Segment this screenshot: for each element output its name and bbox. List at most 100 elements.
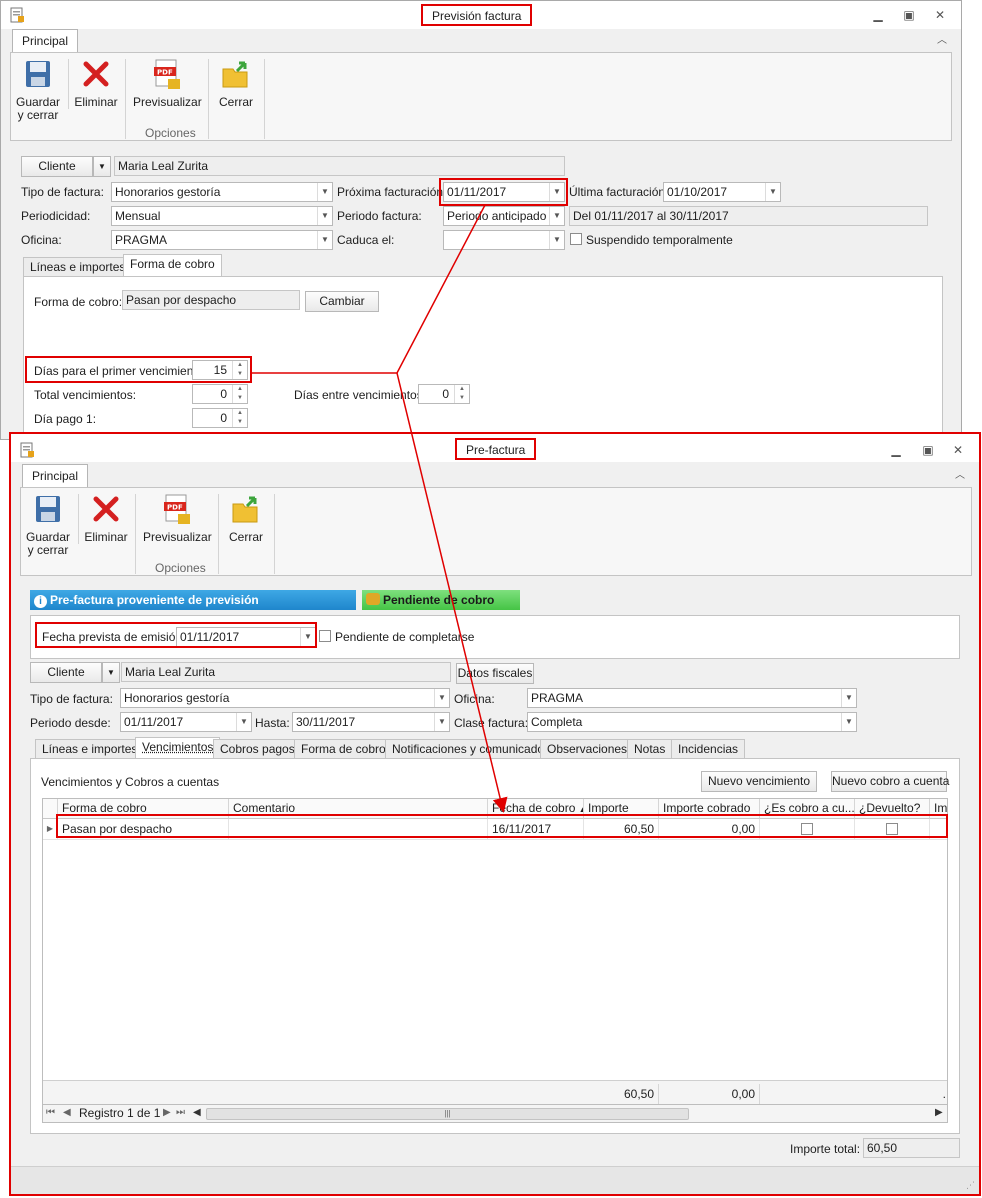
- pendiente-completar-label: Pendiente de completarse: [335, 630, 475, 644]
- prev-record-icon[interactable]: ◀: [63, 1107, 71, 1118]
- cell-comentario[interactable]: [229, 819, 488, 839]
- dias-entre-spinner[interactable]: 0 ▲ ▼: [418, 384, 470, 404]
- preview-button[interactable]: PDF Previsualizar: [133, 59, 202, 109]
- chevron-down-icon[interactable]: ▼: [300, 628, 315, 646]
- record-indicator: Registro 1 de 1: [79, 1106, 161, 1120]
- chevron-down-icon[interactable]: ▼: [549, 231, 564, 249]
- cambiar-button[interactable]: Cambiar: [305, 291, 379, 312]
- dias-primer-spinner[interactable]: 15 ▲ ▼: [192, 360, 248, 380]
- maximize-icon[interactable]: ▣: [919, 442, 937, 458]
- last-record-icon[interactable]: ⏭: [176, 1107, 185, 1118]
- horizontal-scrollbar[interactable]: |||: [206, 1108, 689, 1120]
- proxima-facturacion-date[interactable]: 01/11/2017 ▼: [443, 182, 565, 202]
- pendiente-completar-checkbox[interactable]: [319, 630, 331, 642]
- devuelto-checkbox[interactable]: [886, 823, 898, 835]
- tipo-factura-select[interactable]: Honorarios gestoría ▼: [120, 688, 450, 708]
- spinner-arrows-icon[interactable]: ▲ ▼: [232, 385, 247, 403]
- maximize-icon[interactable]: ▣: [900, 7, 918, 23]
- ultima-facturacion-date[interactable]: 01/10/2017 ▼: [663, 182, 781, 202]
- tab-lineas-importes[interactable]: Líneas e importes: [35, 739, 145, 759]
- cell-fecha-cobro[interactable]: 16/11/2017: [488, 819, 584, 839]
- col-es-cobro[interactable]: ¿Es cobro a cu...: [760, 799, 855, 819]
- cell-importe[interactable]: 60,50: [584, 819, 659, 839]
- close-button[interactable]: Cerrar: [213, 59, 259, 109]
- minimize-icon[interactable]: ▁: [869, 7, 887, 23]
- col-fecha-cobro[interactable]: Fecha de cobro ▲: [488, 799, 584, 819]
- chevron-down-icon[interactable]: ▼: [317, 231, 332, 249]
- chevron-down-icon[interactable]: ▼: [549, 207, 564, 225]
- spinner-arrows-icon[interactable]: ▲ ▼: [454, 385, 469, 403]
- col-imp[interactable]: Imp: [930, 799, 947, 819]
- col-devuelto[interactable]: ¿Devuelto?: [855, 799, 930, 819]
- minimize-icon[interactable]: ▁: [887, 442, 905, 458]
- resize-grip-icon[interactable]: ⋰: [966, 1180, 975, 1191]
- tab-vencimientos[interactable]: Vencimientos: [135, 737, 221, 759]
- vencimientos-title: Vencimientos y Cobros a cuentas: [41, 775, 220, 789]
- dia-pago-spinner[interactable]: 0 ▲ ▼: [192, 408, 248, 428]
- nuevo-cobro-button[interactable]: Nuevo cobro a cuenta: [831, 771, 949, 792]
- cliente-dropdown-button[interactable]: ▼: [102, 662, 120, 683]
- next-record-icon[interactable]: ▶: [163, 1107, 171, 1118]
- col-importe-cobrado[interactable]: Importe cobrado: [659, 799, 760, 819]
- delete-button[interactable]: Eliminar: [73, 59, 119, 109]
- es-cobro-checkbox[interactable]: [801, 823, 813, 835]
- scroll-left-icon[interactable]: ◀: [193, 1107, 201, 1118]
- oficina-select[interactable]: PRAGMA ▼: [527, 688, 857, 708]
- chevron-down-icon[interactable]: ▼: [841, 713, 856, 731]
- table-row[interactable]: ▶ Pasan por despacho 16/11/2017 60,50 0,…: [43, 819, 947, 840]
- fecha-emision-date[interactable]: 01/11/2017 ▼: [176, 627, 316, 647]
- chevron-down-icon[interactable]: ▼: [236, 713, 251, 731]
- tab-forma-cobro[interactable]: Forma de cobro: [123, 254, 222, 276]
- cliente-button[interactable]: Cliente: [30, 662, 102, 683]
- col-comentario[interactable]: Comentario: [229, 799, 488, 819]
- spinner-arrows-icon[interactable]: ▲ ▼: [232, 409, 247, 427]
- tab-incidencias[interactable]: Incidencias: [671, 739, 746, 759]
- periodicidad-select[interactable]: Mensual ▼: [111, 206, 333, 226]
- scroll-right-icon[interactable]: ▶: [935, 1107, 943, 1118]
- cell-importe-cobrado[interactable]: 0,00: [659, 819, 760, 839]
- tipo-factura-select[interactable]: Honorarios gestoría ▼: [111, 182, 333, 202]
- preview-button[interactable]: PDF Previsualizar: [143, 494, 212, 544]
- tab-notificaciones[interactable]: Notificaciones y comunicados: [385, 739, 558, 759]
- col-forma-cobro[interactable]: Forma de cobro: [58, 799, 229, 819]
- save-button[interactable]: Guardar y cerrar: [25, 494, 71, 557]
- ribbon-tab-principal[interactable]: Principal: [12, 29, 79, 53]
- periodo-factura-select[interactable]: Periodo anticipado ▼: [443, 206, 565, 226]
- periodo-desde-date[interactable]: 01/11/2017 ▼: [120, 712, 252, 732]
- chevron-down-icon[interactable]: ▼: [549, 183, 564, 201]
- collapse-ribbon-icon[interactable]: ︿: [951, 468, 969, 484]
- clase-factura-select[interactable]: Completa ▼: [527, 712, 857, 732]
- suspendido-checkbox[interactable]: [570, 233, 582, 245]
- tab-lineas-importes[interactable]: Líneas e importes: [23, 257, 133, 277]
- status-bar: ⋰: [11, 1166, 979, 1194]
- first-record-icon[interactable]: ⏮: [46, 1107, 55, 1118]
- spinner-arrows-icon[interactable]: ▲ ▼: [232, 361, 247, 379]
- close-button[interactable]: Cerrar: [223, 494, 269, 544]
- chevron-down-icon[interactable]: ▼: [841, 689, 856, 707]
- chevron-down-icon[interactable]: ▼: [765, 183, 780, 201]
- save-button[interactable]: Guardar y cerrar: [15, 59, 61, 122]
- ribbon-tab-principal[interactable]: Principal: [22, 464, 89, 488]
- col-importe[interactable]: Importe: [584, 799, 659, 819]
- tab-cobros-pagos[interactable]: Cobros pagos: [213, 739, 302, 759]
- delete-button[interactable]: Eliminar: [83, 494, 129, 544]
- total-venc-spinner[interactable]: 0 ▲ ▼: [192, 384, 248, 404]
- close-icon[interactable]: ✕: [949, 442, 967, 458]
- datos-fiscales-button[interactable]: Datos fiscales: [456, 663, 534, 684]
- caduca-date[interactable]: ▼: [443, 230, 565, 250]
- close-icon[interactable]: ✕: [931, 7, 949, 23]
- collapse-ribbon-icon[interactable]: ︿: [933, 33, 951, 49]
- chevron-down-icon[interactable]: ▼: [434, 689, 449, 707]
- cliente-dropdown-button[interactable]: ▼: [93, 156, 111, 177]
- chevron-down-icon[interactable]: ▼: [317, 183, 332, 201]
- tab-observaciones[interactable]: Observaciones: [540, 739, 635, 759]
- chevron-down-icon[interactable]: ▼: [317, 207, 332, 225]
- oficina-select[interactable]: PRAGMA ▼: [111, 230, 333, 250]
- cell-forma-cobro[interactable]: Pasan por despacho: [58, 819, 229, 839]
- nuevo-vencimiento-button[interactable]: Nuevo vencimiento: [701, 771, 817, 792]
- hasta-date[interactable]: 30/11/2017 ▼: [292, 712, 450, 732]
- tab-forma-cobro[interactable]: Forma de cobro: [294, 739, 393, 759]
- chevron-down-icon[interactable]: ▼: [434, 713, 449, 731]
- tab-notas[interactable]: Notas: [627, 739, 673, 759]
- cliente-button[interactable]: Cliente: [21, 156, 93, 177]
